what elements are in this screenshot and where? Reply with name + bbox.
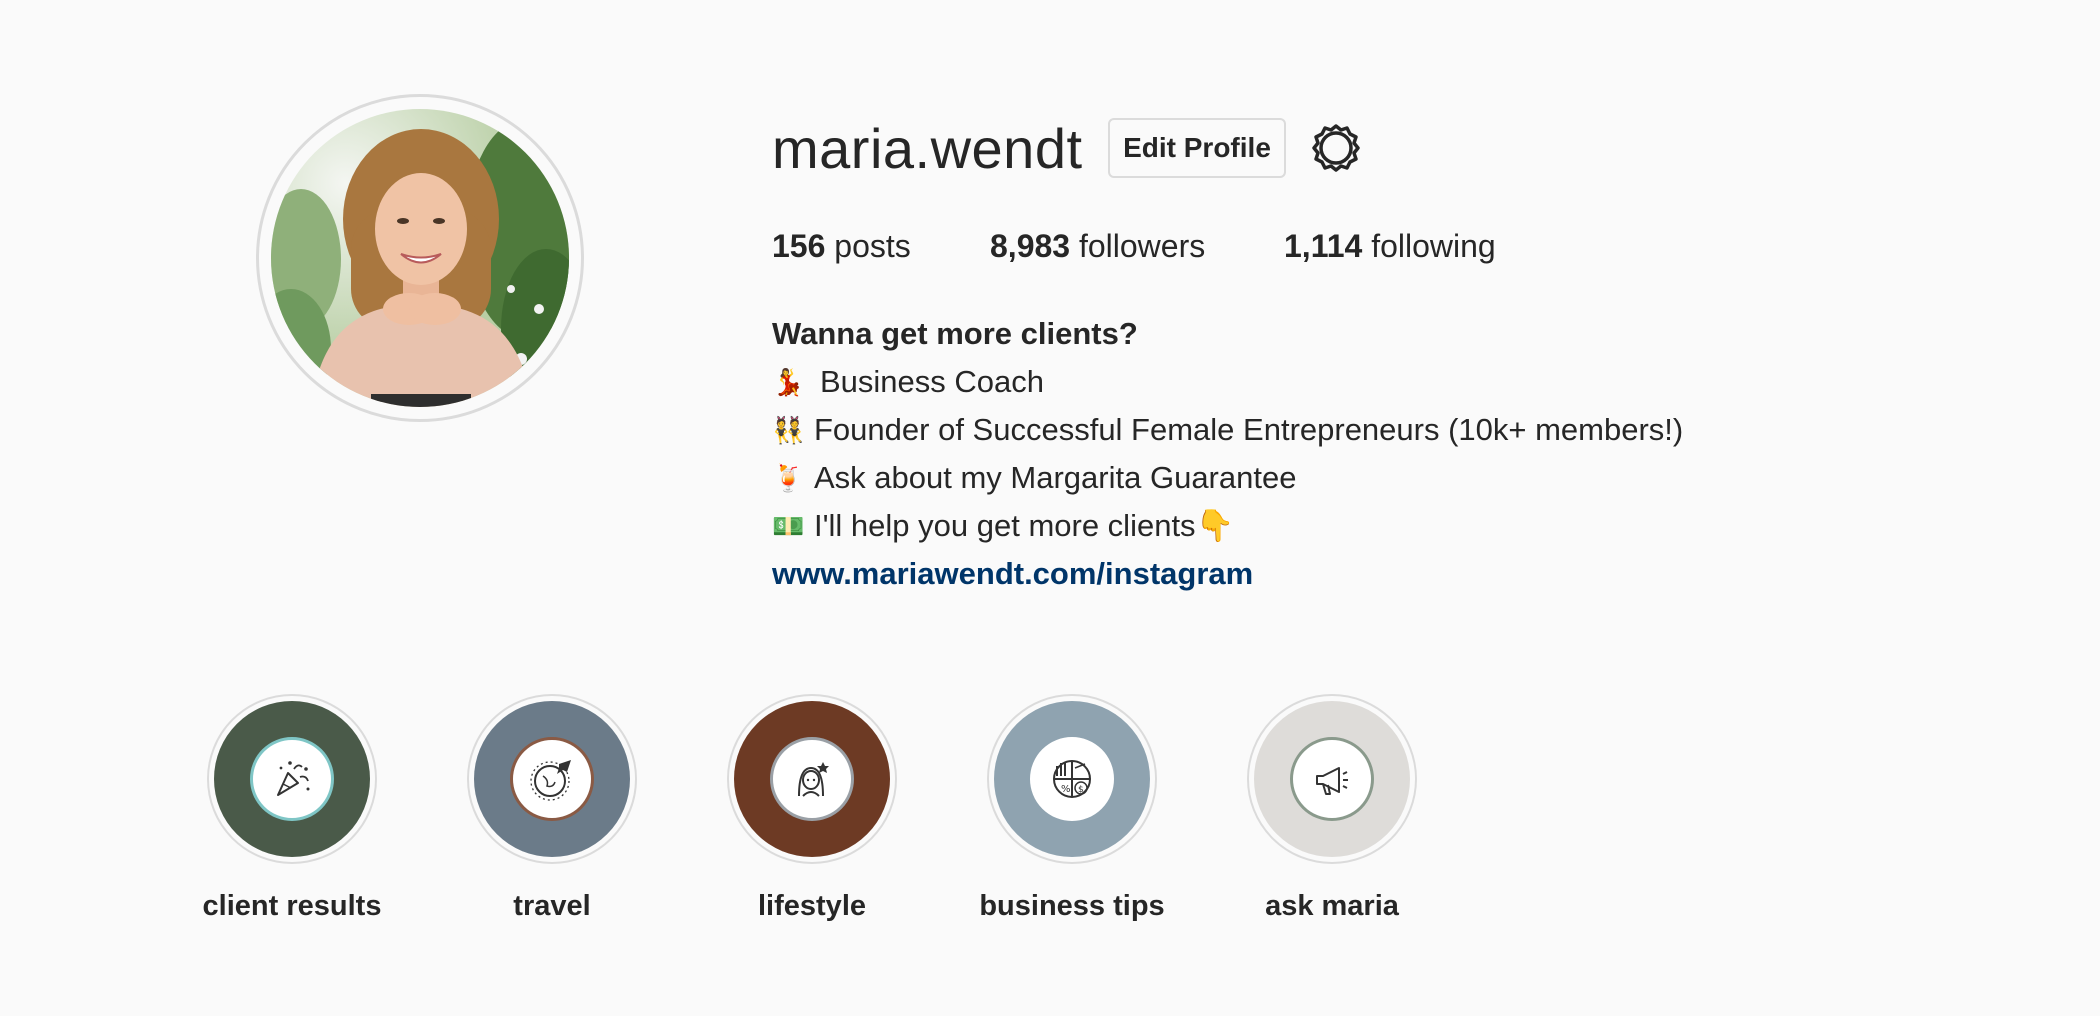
posts-count: 156 <box>772 228 826 264</box>
cocktail-icon: 🍹 <box>772 463 805 493</box>
bio-link-row: www.mariawendt.com/instagram <box>772 550 1683 598</box>
posts-stat: 156 posts <box>772 228 911 265</box>
megaphone-icon <box>1316 767 1348 795</box>
highlight-icon-badge <box>250 737 334 821</box>
highlight-lifestyle[interactable]: lifestyle <box>682 694 942 923</box>
highlight-label: lifestyle <box>758 890 866 922</box>
highlight-travel[interactable]: travel <box>422 694 682 923</box>
bio-line-text: I'll help you get more clients👇 <box>814 508 1235 543</box>
highlight-client-results[interactable]: client results <box>162 694 422 923</box>
highlight-business-tips[interactable]: % $ business tips <box>942 694 1202 923</box>
following-count: 1,114 <box>1284 228 1363 264</box>
profile-page: maria.wendt Edit Profile 156 posts 8,983… <box>0 0 2100 1016</box>
svg-text:%: % <box>1061 784 1071 795</box>
dancers-icon: 👯 <box>772 415 805 445</box>
globe-plane-icon <box>530 760 571 801</box>
highlight-icon-badge <box>1290 737 1374 821</box>
highlight-icon-badge <box>510 737 594 821</box>
highlight-ring <box>1247 694 1417 864</box>
highlight-cover: % $ <box>994 701 1150 857</box>
money-icon: 💵 <box>772 511 805 541</box>
woman-icon <box>798 762 829 797</box>
bio-line: 👯 Founder of Successful Female Entrepren… <box>772 406 1683 454</box>
followers-count: 8,983 <box>990 228 1071 264</box>
highlight-ring: % $ <box>987 694 1157 864</box>
followers-label: followers <box>1078 228 1206 264</box>
posts-label: posts <box>834 228 911 264</box>
bio-line: 💃 Business Coach <box>772 358 1683 406</box>
bio-line: 🍹 Ask about my Margarita Guarantee <box>772 454 1683 502</box>
followers-stat[interactable]: 8,983 followers <box>990 228 1205 265</box>
svg-text:$: $ <box>1078 785 1084 795</box>
highlight-cover <box>474 701 630 857</box>
bio-line-text: Business Coach <box>820 364 1045 399</box>
avatar-photo <box>271 109 569 407</box>
highlight-label: business tips <box>979 890 1165 922</box>
pie-chart-icon: % $ <box>1053 760 1091 798</box>
highlight-icon-badge <box>770 737 854 821</box>
username: maria.wendt <box>772 117 1083 180</box>
profile-avatar[interactable] <box>256 94 584 422</box>
party-popper-icon <box>277 761 310 796</box>
bio-line: 💵 I'll help you get more clients👇 <box>772 502 1683 550</box>
dancer-icon: 💃 <box>772 367 805 397</box>
gear-icon[interactable] <box>1310 122 1362 174</box>
highlight-ask-maria[interactable]: ask maria <box>1202 694 1462 923</box>
bio-title: Wanna get more clients? <box>772 316 1138 351</box>
highlight-label: ask maria <box>1265 890 1399 922</box>
highlight-cover <box>214 701 370 857</box>
bio-line-text: Ask about my Margarita Guarantee <box>814 460 1297 495</box>
highlight-ring <box>207 694 377 864</box>
highlight-ring <box>467 694 637 864</box>
highlight-ring <box>727 694 897 864</box>
following-label: following <box>1371 228 1496 264</box>
edit-profile-button[interactable]: Edit Profile <box>1108 118 1286 178</box>
bio-line-text: Founder of Successful Female Entrepreneu… <box>814 412 1684 447</box>
following-stat[interactable]: 1,114 following <box>1284 228 1496 265</box>
profile-bio: Wanna get more clients? 💃 Business Coach… <box>772 310 1683 598</box>
highlight-label: client results <box>202 890 382 922</box>
avatar-image <box>271 109 569 407</box>
highlight-icon-badge: % $ <box>1030 737 1114 821</box>
highlight-cover <box>734 701 890 857</box>
highlight-cover <box>1254 701 1410 857</box>
highlight-label: travel <box>513 890 591 922</box>
bio-link[interactable]: www.mariawendt.com/instagram <box>772 550 1253 598</box>
